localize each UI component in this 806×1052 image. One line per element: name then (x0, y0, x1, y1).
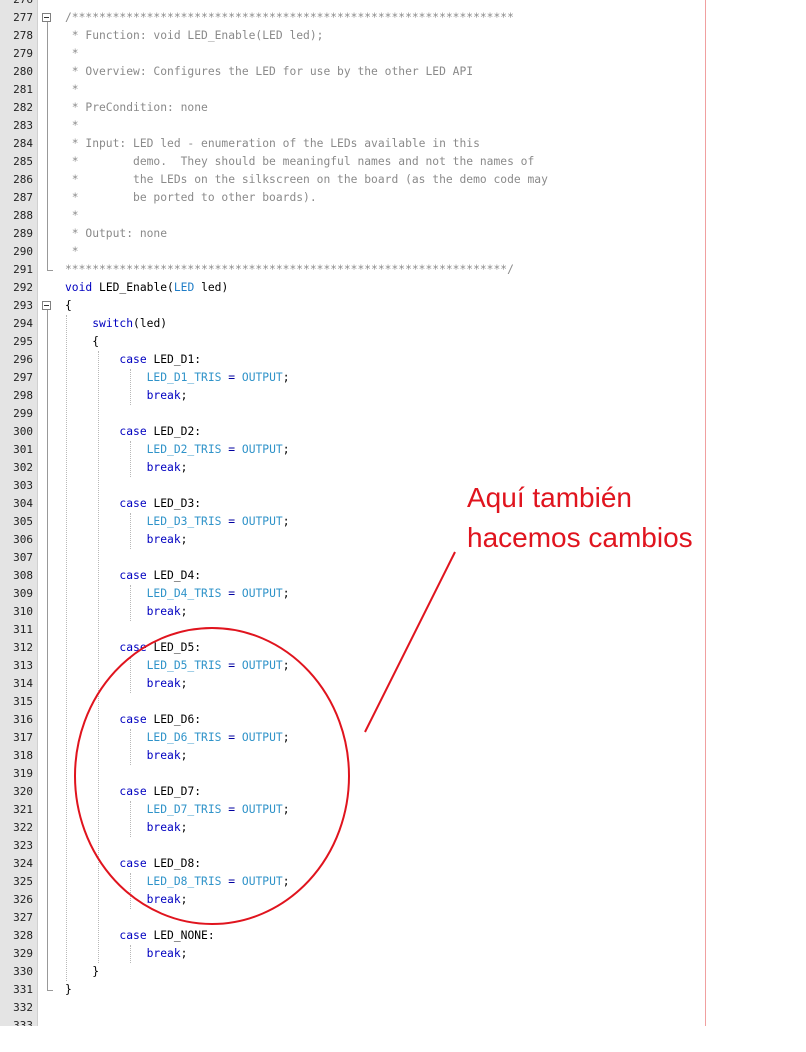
pointer-line (364, 551, 456, 733)
annotation-note: Aquí también hacemos cambios (467, 478, 787, 558)
annotation-line-2: hacemos cambios (467, 522, 693, 553)
highlight-circle (74, 627, 350, 925)
annotation-line-1: Aquí también (467, 482, 632, 513)
